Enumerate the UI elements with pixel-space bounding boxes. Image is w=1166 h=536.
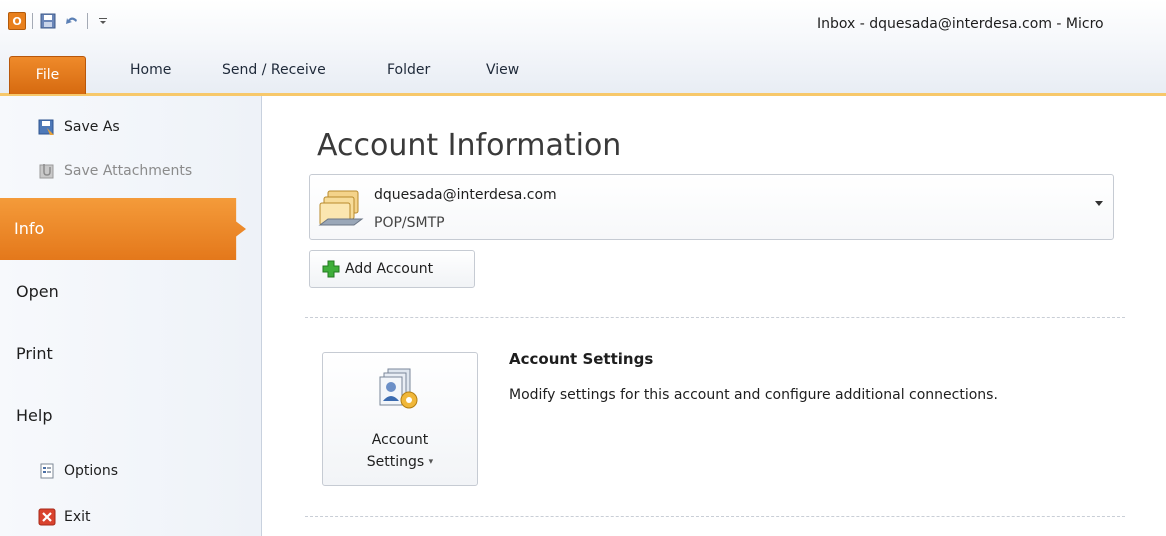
tab-view[interactable]: View (486, 62, 519, 78)
toolbar-separator (87, 13, 88, 29)
save-icon[interactable] (39, 12, 57, 30)
save-attachments-label: Save Attachments (64, 163, 193, 179)
save-as-icon (38, 118, 56, 136)
exit-button[interactable]: Exit (38, 508, 91, 526)
chevron-down-icon[interactable] (1095, 201, 1103, 206)
add-account-button[interactable]: Add Account (309, 250, 475, 288)
save-as-label: Save As (64, 119, 120, 135)
nav-item-help[interactable]: Help (16, 406, 52, 425)
dropdown-arrow-icon: ▾ (428, 457, 434, 467)
tab-file[interactable]: File (9, 56, 86, 94)
toolbar-separator (32, 13, 33, 29)
tab-folder[interactable]: Folder (387, 62, 430, 78)
divider (305, 516, 1125, 517)
account-selector[interactable]: dquesada@interdesa.com POP/SMTP (309, 174, 1114, 240)
options-button[interactable]: Options (38, 462, 118, 480)
exit-icon (38, 508, 56, 526)
save-as-button[interactable]: Save As (38, 118, 120, 136)
section-heading: Account Settings (509, 350, 654, 368)
page-title: Account Information (317, 128, 622, 163)
undo-icon[interactable] (63, 12, 81, 30)
save-attachments-button[interactable]: Save Attachments (38, 162, 192, 180)
plus-icon (322, 260, 340, 278)
divider (305, 317, 1125, 318)
customize-icon[interactable] (94, 12, 112, 30)
nav-item-open[interactable]: Open (16, 282, 59, 301)
account-settings-button-label-1: Account (371, 432, 429, 448)
account-info-pane: Account Information dquesada@interdesa.c… (263, 96, 1166, 536)
account-type: POP/SMTP (374, 215, 445, 231)
options-label: Options (64, 463, 119, 479)
save-attachments-icon (38, 162, 56, 180)
tab-send-receive[interactable]: Send / Receive (222, 62, 326, 78)
tab-home[interactable]: Home (130, 62, 171, 78)
backstage-nav: Save As Save Attachments Info Open Print… (0, 96, 262, 536)
window-title: Inbox - dquesada@interdesa.com - Micro (817, 16, 1104, 32)
account-email: dquesada@interdesa.com (374, 187, 557, 203)
outlook-icon[interactable]: O (8, 12, 26, 30)
quick-access-toolbar: O (8, 12, 112, 30)
add-account-label: Add Account (345, 261, 434, 277)
ribbon-tabs: File Home Send / Receive Folder View (0, 48, 1166, 96)
section-description: Modify settings for this account and con… (509, 387, 998, 403)
nav-item-print[interactable]: Print (16, 344, 53, 363)
title-bar: O Inbox - dquesada@interdesa.com - Micro (0, 0, 1166, 48)
account-settings-button-label-2: Settings (366, 454, 425, 470)
mail-account-icon (318, 185, 364, 231)
account-settings-button[interactable]: Account Settings ▾ (322, 352, 478, 486)
account-settings-icon (378, 367, 422, 411)
exit-label: Exit (64, 509, 91, 525)
nav-item-info[interactable]: Info (0, 198, 246, 260)
options-icon (38, 462, 56, 480)
